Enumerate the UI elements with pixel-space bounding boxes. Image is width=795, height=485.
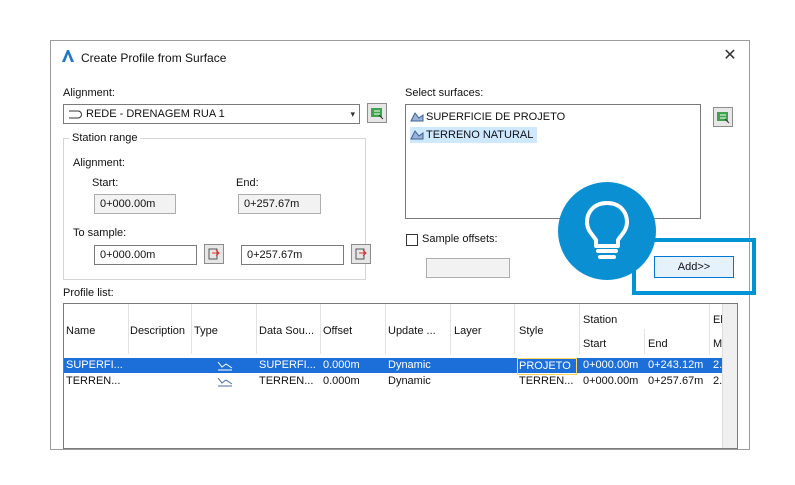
title-bar: Create Profile from Surface ✕ [51, 41, 749, 73]
table-row[interactable]: TERREN... TERREN... 0.000m Dynamic TERRE… [64, 374, 737, 389]
to-sample-label: To sample: [73, 227, 127, 239]
sample-end-field[interactable]: 0+257.67m [241, 245, 344, 265]
alignment-icon [69, 110, 82, 119]
col-update-header[interactable]: Update ... [388, 325, 436, 337]
col-end-header[interactable]: End [648, 338, 668, 350]
lightbulb-icon [558, 182, 656, 280]
col-name-header[interactable]: Name [66, 325, 95, 337]
profile-list-label: Profile list: [63, 287, 114, 299]
table-row[interactable]: SUPERFI... SUPERFI... 0.000m Dynamic PRO… [64, 358, 737, 375]
alignment-label: Alignment: [63, 87, 115, 99]
profile-list-grid[interactable]: Name Description Type Data Sou... Offset… [63, 303, 738, 449]
window-title: Create Profile from Surface [81, 51, 227, 65]
col-layer-header[interactable]: Layer [454, 325, 482, 337]
select-surfaces-label: Select surfaces: [405, 87, 484, 99]
station-range-title: Station range [69, 132, 141, 144]
profile-type-icon [217, 361, 233, 371]
station-pick-icon[interactable] [351, 244, 371, 264]
surface-item[interactable]: TERRENO NATURAL [410, 127, 538, 143]
alignment-start-field: 0+000.00m [94, 194, 176, 214]
chevron-down-icon: ▾ [350, 109, 355, 119]
vertical-scrollbar[interactable] [722, 304, 737, 448]
end-label: End: [236, 177, 259, 189]
start-label: Start: [92, 177, 119, 189]
surface-icon [410, 130, 424, 140]
surface-icon [410, 112, 424, 122]
station-pick-icon[interactable] [204, 244, 224, 264]
close-icon[interactable]: ✕ [719, 45, 741, 67]
sample-offsets-checkbox[interactable] [406, 234, 418, 246]
sample-offsets-label: Sample offsets: [422, 233, 498, 245]
alignment-combo[interactable]: REDE - DRENAGEM RUA 1 ▾ [63, 104, 360, 124]
surface-item[interactable]: SUPERFICIE DE PROJETO [410, 109, 569, 125]
profile-type-icon [217, 377, 233, 387]
autocad-a-icon [62, 50, 74, 62]
col-style-header[interactable]: Style [519, 325, 543, 337]
col-description-header[interactable]: Description [130, 325, 185, 337]
col-data-source-header[interactable]: Data Sou... [259, 325, 314, 337]
alignment-end-field: 0+257.67m [238, 194, 321, 214]
station-group-header: Station [583, 314, 618, 326]
alignment-value: REDE - DRENAGEM RUA 1 [86, 108, 225, 120]
sample-start-field[interactable]: 0+000.00m [94, 245, 197, 265]
col-offset-header[interactable]: Offset [323, 325, 352, 337]
col-type-header[interactable]: Type [194, 325, 218, 337]
surface-pick-icon[interactable] [713, 107, 733, 127]
col-start-header[interactable]: Start [583, 338, 606, 350]
alignment-pick-icon[interactable] [367, 103, 387, 123]
station-alignment-label: Alignment: [73, 157, 125, 169]
sample-offsets-field [426, 258, 510, 278]
